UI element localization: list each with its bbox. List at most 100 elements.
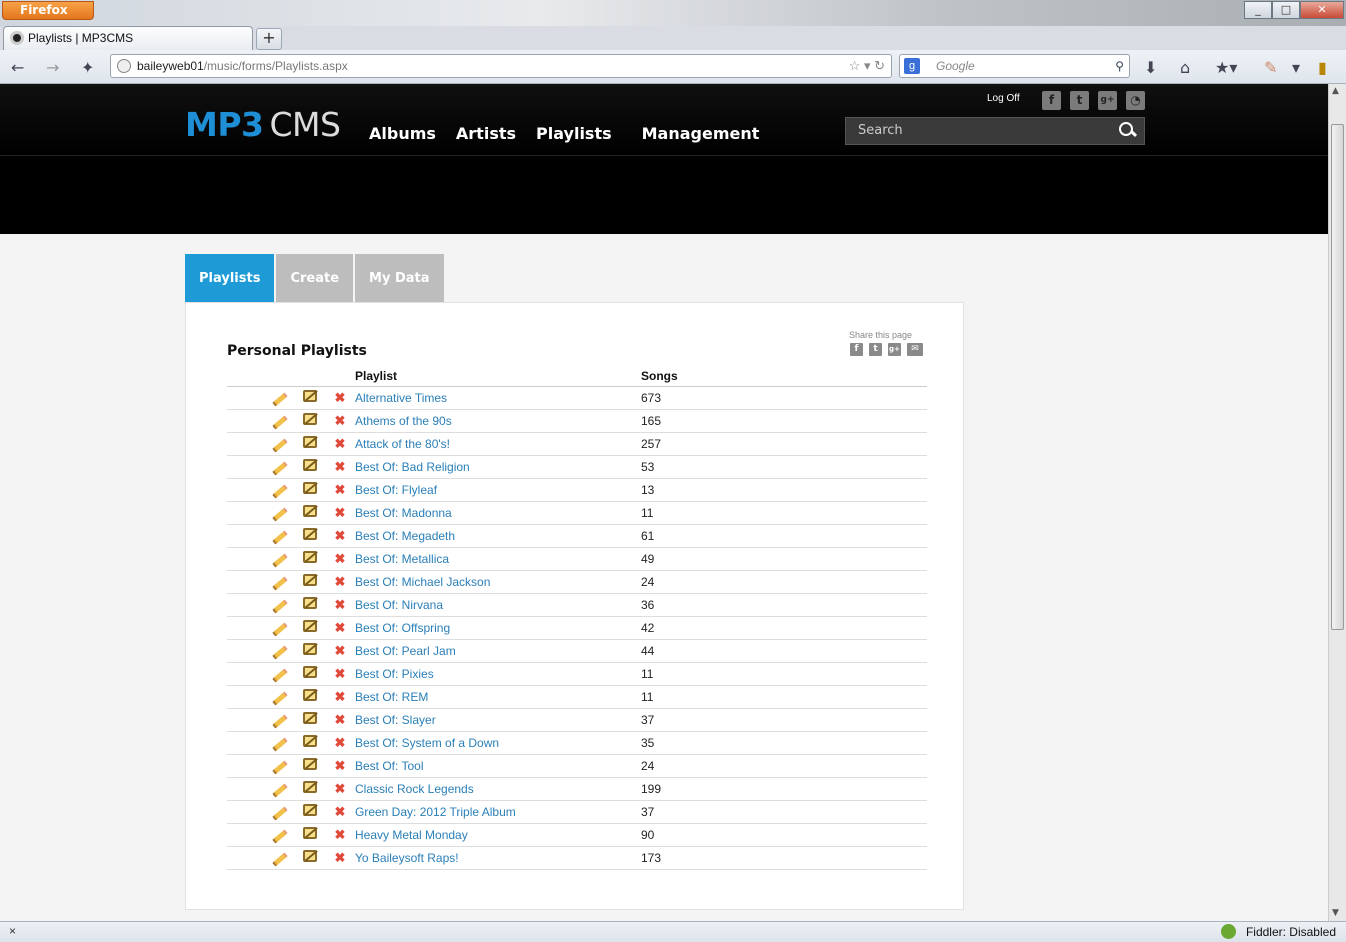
edit-pencil-icon[interactable] [272,713,288,729]
history-icon[interactable]: ✦ [81,58,94,77]
playlist-name-link[interactable]: Green Day: 2012 Triple Album [355,800,641,824]
edit-songs-icon[interactable] [303,781,317,793]
browser-search-bar[interactable]: g Google ⚲ [899,54,1130,78]
url-bar[interactable]: baileyweb01/music/forms/Playlists.aspx ☆… [110,54,892,78]
delete-x-icon[interactable]: ✖ [335,437,346,450]
vertical-scrollbar[interactable]: ▲ ▼ [1328,84,1346,921]
bookmarks-sidebar-icon[interactable]: ▮ [1318,58,1327,77]
playlist-name-link[interactable]: Attack of the 80's! [355,432,641,456]
delete-x-icon[interactable]: ✖ [335,575,346,588]
nav-albums[interactable]: Albums [369,124,436,143]
edit-pencil-icon[interactable] [272,644,288,660]
edit-pencil-icon[interactable] [272,759,288,775]
maximize-button[interactable]: □ [1272,1,1300,19]
delete-x-icon[interactable]: ✖ [335,713,346,726]
delete-x-icon[interactable]: ✖ [335,529,346,542]
playlist-name-link[interactable]: Best Of: Madonna [355,501,641,525]
share-facebook-icon[interactable]: f [850,343,863,356]
edit-pencil-icon[interactable] [272,506,288,522]
edit-pencil-icon[interactable] [272,552,288,568]
edit-songs-icon[interactable] [303,620,317,632]
edit-songs-icon[interactable] [303,436,317,448]
firefox-menu-button[interactable]: Firefox [2,1,94,20]
fiddler-icon[interactable] [1221,924,1236,939]
edit-pencil-icon[interactable] [272,414,288,430]
delete-x-icon[interactable]: ✖ [335,414,346,427]
twitter-icon[interactable]: t [1070,91,1089,110]
delete-x-icon[interactable]: ✖ [335,782,346,795]
fiddler-status[interactable]: Fiddler: Disabled [1246,925,1336,939]
edit-songs-icon[interactable] [303,459,317,471]
delete-x-icon[interactable]: ✖ [335,460,346,473]
edit-pencil-icon[interactable] [272,598,288,614]
edit-pencil-icon[interactable] [272,575,288,591]
edit-pencil-icon[interactable] [272,805,288,821]
bookmark-star-icon[interactable]: ☆ ▾ ↻ [849,55,885,77]
edit-pencil-icon[interactable] [272,391,288,407]
edit-songs-icon[interactable] [303,850,317,862]
delete-x-icon[interactable]: ✖ [335,644,346,657]
rss-icon[interactable]: ◔ [1126,91,1145,110]
delete-x-icon[interactable]: ✖ [335,667,346,680]
edit-pencil-icon[interactable] [272,437,288,453]
edit-songs-icon[interactable] [303,804,317,816]
forward-icon[interactable]: → [46,58,59,77]
delete-x-icon[interactable]: ✖ [335,598,346,611]
search-icon[interactable] [1118,121,1136,139]
nav-artists[interactable]: Artists [456,124,516,143]
google-g-icon[interactable]: g [904,58,920,74]
delete-x-icon[interactable]: ✖ [335,690,346,703]
edit-songs-icon[interactable] [303,666,317,678]
edit-pencil-icon[interactable] [272,690,288,706]
site-search-input[interactable]: Search [845,117,1145,145]
playlist-name-link[interactable]: Heavy Metal Monday [355,823,641,847]
playlist-name-link[interactable]: Best Of: Tool [355,754,641,778]
nav-management[interactable]: Management [642,124,760,143]
edit-songs-icon[interactable] [303,482,317,494]
share-twitter-icon[interactable]: t [869,343,882,356]
bookmarks-menu-icon[interactable]: ★▾ [1215,58,1237,77]
edit-songs-icon[interactable] [303,528,317,540]
edit-songs-icon[interactable] [303,551,317,563]
minimize-button[interactable]: _ [1244,1,1272,19]
playlist-name-link[interactable]: Best Of: Slayer [355,708,641,732]
log-off-link[interactable]: Log Off [987,93,1020,104]
playlist-name-link[interactable]: Best Of: Pearl Jam [355,639,641,663]
playlist-name-link[interactable]: Best Of: REM [355,685,641,709]
scroll-up-icon[interactable]: ▲ [1332,86,1339,96]
scroll-thumb[interactable] [1331,124,1344,630]
edit-songs-icon[interactable] [303,505,317,517]
addon-icon[interactable]: ✎ [1264,58,1277,77]
delete-x-icon[interactable]: ✖ [335,851,346,864]
home-icon[interactable]: ⌂ [1180,58,1190,77]
edit-songs-icon[interactable] [303,827,317,839]
playlist-name-link[interactable]: Best Of: Metallica [355,547,641,571]
edit-pencil-icon[interactable] [272,621,288,637]
playlist-name-link[interactable]: Best Of: Michael Jackson [355,570,641,594]
edit-songs-icon[interactable] [303,390,317,402]
edit-pencil-icon[interactable] [272,529,288,545]
playlist-name-link[interactable]: Alternative Times [355,386,641,410]
nav-playlists[interactable]: Playlists [536,124,612,143]
toolbar-menu-icon[interactable]: ▾ [1292,58,1300,77]
playlist-name-link[interactable]: Athems of the 90s [355,409,641,433]
tab-my-data[interactable]: My Data [355,254,444,302]
close-addon-bar-icon[interactable]: × [9,924,16,938]
share-email-icon[interactable]: ✉ [907,343,923,356]
playlist-name-link[interactable]: Best Of: Flyleaf [355,478,641,502]
tab-create[interactable]: Create [276,254,354,302]
downloads-icon[interactable]: ⬇ [1144,58,1157,77]
delete-x-icon[interactable]: ✖ [335,736,346,749]
edit-songs-icon[interactable] [303,574,317,586]
edit-pencil-icon[interactable] [272,667,288,683]
scroll-down-icon[interactable]: ▼ [1332,908,1339,918]
site-logo[interactable]: MP3 CMS [185,106,341,144]
edit-songs-icon[interactable] [303,689,317,701]
edit-songs-icon[interactable] [303,712,317,724]
edit-songs-icon[interactable] [303,758,317,770]
delete-x-icon[interactable]: ✖ [335,828,346,841]
playlist-name-link[interactable]: Best Of: Megadeth [355,524,641,548]
edit-pencil-icon[interactable] [272,851,288,867]
delete-x-icon[interactable]: ✖ [335,391,346,404]
edit-pencil-icon[interactable] [272,782,288,798]
